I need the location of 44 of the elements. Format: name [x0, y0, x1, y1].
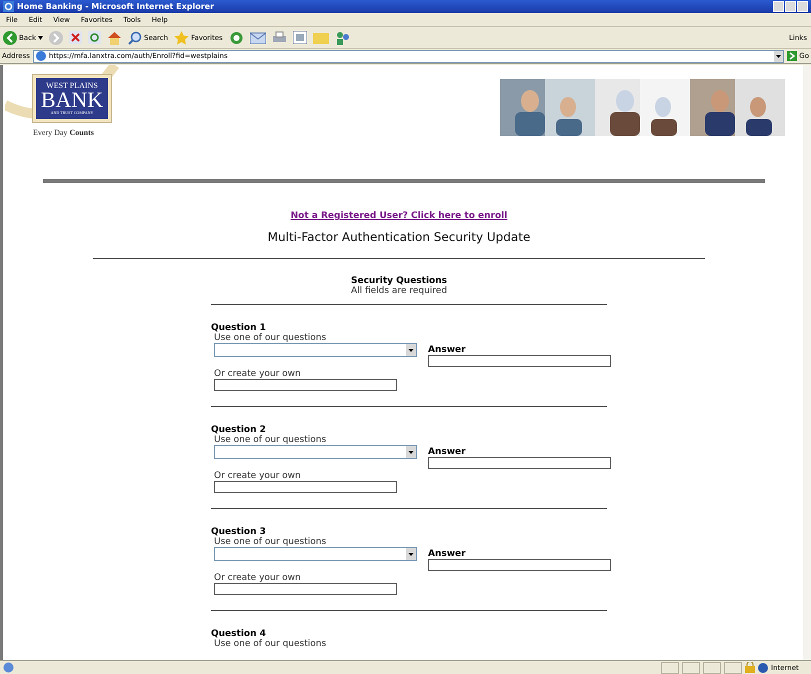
question-title: Question 1 — [211, 323, 267, 333]
field-label: Or create your own — [214, 369, 302, 379]
section-title: Security Questions — [350, 276, 448, 286]
field-label: Use one of our questions — [213, 537, 328, 547]
enroll-link[interactable]: Not a Registered User? Click here to enroll — [13, 211, 785, 221]
custom-question-field[interactable] — [214, 583, 397, 595]
page-icon — [36, 51, 46, 61]
section-subtitle: All fields are required — [350, 286, 448, 296]
field-label: Use one of our questions — [213, 333, 328, 343]
mail-icon[interactable] — [250, 31, 266, 44]
answer-field[interactable] — [428, 559, 611, 571]
page-heading: Multi-Factor Authentication Security Update — [266, 230, 532, 244]
question-title: Question 4 — [211, 629, 267, 639]
custom-question-field[interactable] — [214, 481, 397, 493]
go-arrow-icon — [787, 51, 798, 61]
status-pane — [661, 662, 679, 674]
home-icon[interactable] — [107, 30, 122, 44]
search-icon — [128, 30, 142, 44]
custom-question-field[interactable] — [214, 379, 397, 391]
window-title: Home Banking - Microsoft Internet Explorer — [17, 2, 214, 11]
page-icon — [3, 662, 14, 673]
globe-icon — [758, 662, 768, 672]
browser-icon — [3, 1, 14, 12]
question-title: Question 2 — [211, 425, 267, 435]
answer-field[interactable] — [428, 457, 611, 469]
status-pane — [724, 662, 742, 674]
star-icon — [174, 30, 190, 44]
lock-icon — [745, 662, 755, 673]
field-label: Use one of our questions — [213, 435, 328, 445]
question-title: Question 3 — [211, 527, 267, 537]
answer-label: Answer — [428, 345, 467, 355]
stop-icon[interactable] — [69, 31, 82, 44]
answer-field[interactable] — [428, 355, 611, 367]
people-icon[interactable] — [334, 30, 351, 44]
field-label: Or create your own — [214, 471, 302, 481]
tagline: Every Day Counts — [33, 128, 95, 137]
status-pane — [703, 662, 721, 674]
answer-label: Answer — [428, 447, 467, 457]
field-label: Or create your own — [214, 573, 302, 583]
answer-label: Answer — [428, 549, 467, 559]
status-pane — [682, 662, 700, 674]
caret-icon[interactable] — [38, 36, 43, 40]
printer-icon[interactable] — [272, 30, 287, 44]
field-label: Use one of our questions — [213, 639, 328, 649]
